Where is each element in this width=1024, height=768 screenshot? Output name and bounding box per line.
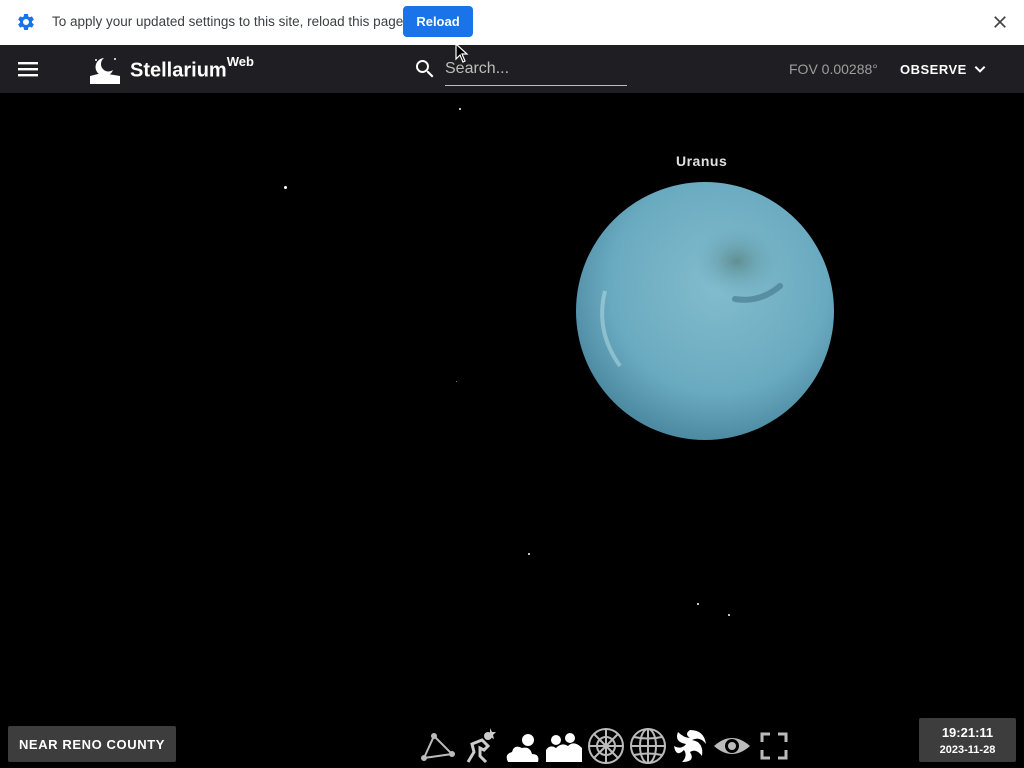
star	[456, 381, 457, 382]
landscape-icon[interactable]	[544, 726, 584, 766]
date-readout: 2023-11-28	[939, 744, 996, 756]
search-icon[interactable]	[413, 57, 437, 81]
app-toolbar: StellariumWeb FOV 0.00288° OBSERVE	[0, 45, 1024, 93]
fov-readout: FOV 0.00288°	[789, 61, 878, 77]
brand-suffix: Web	[226, 54, 254, 69]
chevron-down-icon	[974, 65, 986, 73]
sky-view[interactable]	[0, 93, 1024, 768]
equatorial-grid-icon[interactable]	[628, 726, 668, 766]
azimuthal-grid-icon[interactable]	[586, 726, 626, 766]
planet-label: Uranus	[676, 153, 728, 169]
brand-name: Stellarium	[130, 59, 227, 82]
atmosphere-icon[interactable]	[502, 726, 542, 766]
mouse-cursor-icon	[455, 43, 469, 63]
star	[284, 186, 287, 189]
infobar-message: To apply your updated settings to this s…	[52, 14, 404, 29]
search-field	[445, 55, 627, 86]
app-brand: StellariumWeb	[130, 54, 254, 83]
observe-label: OBSERVE	[900, 61, 967, 77]
reload-button[interactable]: Reload	[403, 6, 473, 37]
location-button[interactable]: NEAR RENO COUNTY	[8, 726, 176, 762]
gear-icon	[18, 13, 34, 30]
constellation-art-icon[interactable]	[460, 726, 500, 766]
menu-icon[interactable]	[14, 57, 42, 81]
observe-menu-button[interactable]: OBSERVE	[890, 53, 997, 85]
time-readout: 19:21:11	[941, 725, 994, 740]
close-icon[interactable]	[990, 12, 1010, 32]
star	[459, 108, 461, 110]
star	[728, 614, 730, 616]
stellarium-logo-icon	[90, 58, 120, 84]
search-input[interactable]	[445, 55, 627, 83]
fullscreen-icon[interactable]	[754, 726, 794, 766]
uranus-planet[interactable]	[575, 181, 835, 441]
star	[528, 553, 530, 555]
deep-sky-icon[interactable]	[670, 726, 710, 766]
datetime-button[interactable]: 19:21:11 2023-11-28	[919, 718, 1016, 762]
constellation-lines-icon[interactable]	[418, 726, 458, 766]
settings-infobar: To apply your updated settings to this s…	[0, 0, 1024, 45]
night-mode-icon[interactable]	[712, 726, 752, 766]
star	[697, 603, 699, 605]
